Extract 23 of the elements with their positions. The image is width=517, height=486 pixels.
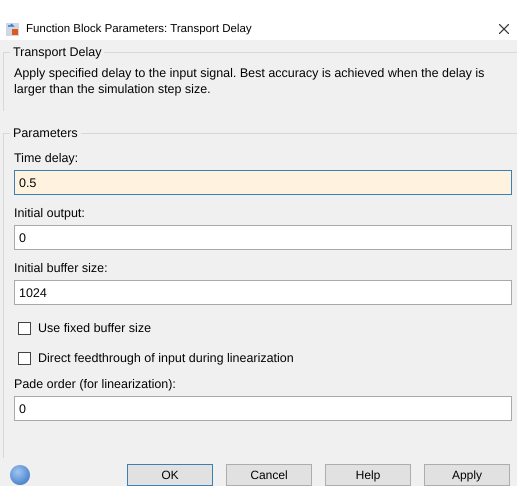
input-field[interactable]: 0.5 [14,170,512,195]
group-title: Transport Delay [10,45,104,59]
field-label: Initial buffer size: [14,261,109,275]
close-icon[interactable] [497,22,511,36]
checkbox-label: Use fixed buffer size [38,321,152,335]
field-label: Time delay: [14,151,80,165]
dialog-button[interactable]: Help [325,464,411,486]
dialog-button[interactable]: OK [127,464,213,486]
field-label: Pade order (for linearization): [14,377,177,391]
group-title: Parameters [10,126,81,140]
input-field[interactable]: 0 [14,225,512,250]
input-field[interactable]: 0 [14,396,512,421]
dialog-button[interactable]: Cancel [226,464,312,486]
app-icon [5,22,20,36]
checkbox[interactable] [18,322,31,334]
input-field[interactable]: 1024 [14,280,512,305]
checkbox-label: Direct feedthrough of input during linearization [38,351,294,365]
field-label: Initial output: [14,206,86,220]
help-icon[interactable] [10,465,30,485]
description-text: Apply specified delay to the input signal. Best accuracy is achieved when the delay is larger than the simulation step size. [14,65,486,97]
checkbox[interactable] [18,352,31,364]
dialog-button[interactable]: Apply [424,464,510,486]
window-title: Function Block Parameters: Transport Delay [26,23,253,35]
